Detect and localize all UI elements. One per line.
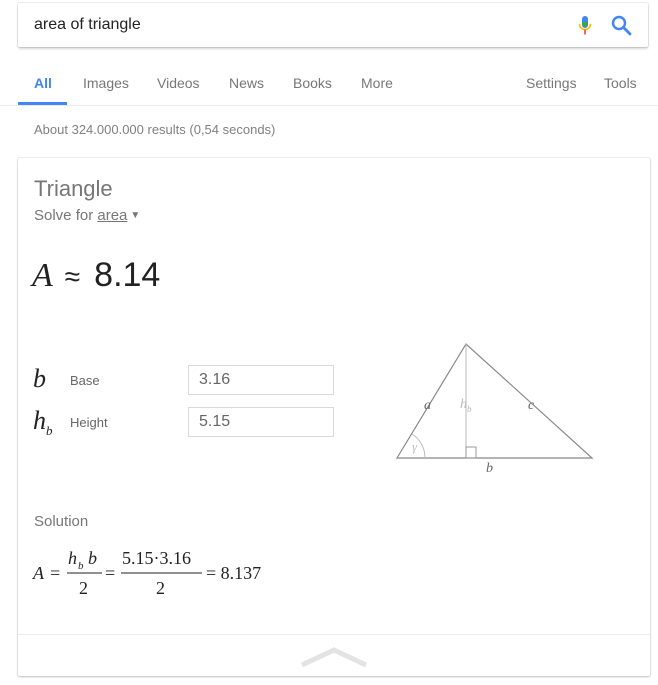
formula-eq1: =: [50, 563, 60, 583]
side-b-label: b: [486, 461, 493, 476]
formula-num-b: b: [88, 548, 97, 568]
formula-den2: 2: [156, 578, 165, 598]
tab-tools[interactable]: Tools: [604, 75, 637, 91]
tabs-divider: [0, 105, 658, 106]
microphone-icon[interactable]: [578, 15, 592, 37]
card-title: Triangle: [34, 176, 113, 201]
solve-for-selector[interactable]: Solve for area ▼: [34, 207, 140, 224]
formula-den: 2: [79, 578, 88, 598]
base-symbol: b: [33, 364, 46, 393]
search-icon[interactable]: [610, 14, 632, 36]
tab-images[interactable]: Images: [83, 75, 129, 91]
solution-heading: Solution: [34, 513, 89, 530]
formula-num-h: h: [68, 548, 77, 568]
height-label: Height: [70, 415, 108, 430]
right-angle-mark: [465, 446, 477, 459]
result-value: 8.14: [94, 256, 161, 294]
side-a-label: a: [424, 398, 431, 413]
formula-lhs: A: [32, 563, 45, 583]
height-symbol-sub: b: [46, 423, 53, 439]
height-symbol-main: h: [33, 406, 46, 435]
height-h-main: h: [460, 397, 467, 412]
tab-all[interactable]: All: [34, 75, 52, 91]
height-h-label: hb: [460, 397, 472, 414]
result-variable: A: [32, 257, 53, 294]
approx-symbol: ≈: [64, 261, 81, 292]
formula-num2: 5.15·3.16: [122, 548, 191, 568]
search-input[interactable]: area of triangle: [34, 16, 141, 34]
base-label: Base: [70, 373, 100, 388]
tab-settings[interactable]: Settings: [526, 75, 577, 91]
base-input[interactable]: [188, 365, 334, 395]
tab-news[interactable]: News: [229, 75, 264, 91]
angle-gamma-label: γ: [412, 439, 418, 454]
side-c-label: c: [528, 398, 535, 413]
formula-eq2: =: [105, 563, 115, 583]
caret-down-icon[interactable]: ▼: [130, 210, 140, 221]
height-h-sub: b: [467, 404, 472, 414]
tab-videos[interactable]: Videos: [157, 75, 200, 91]
result-stats: About 324.000.000 results (0,54 seconds): [34, 122, 276, 137]
tab-books[interactable]: Books: [293, 75, 332, 91]
solve-for-target[interactable]: area: [97, 207, 127, 224]
solution-formula: A = h b b 2 = 5.15·3.16 2 = 8.137: [32, 548, 261, 598]
triangle-diagram: γ a c b hb: [395, 343, 594, 476]
result-line: A ≈8.14: [32, 256, 160, 295]
height-input[interactable]: [188, 407, 334, 437]
formula-num-sub: b: [78, 560, 84, 572]
tab-more[interactable]: More: [361, 75, 393, 91]
height-symbol: hb: [33, 406, 53, 439]
chevron-up-icon[interactable]: [300, 645, 368, 669]
card-footer-divider: [18, 634, 650, 635]
search-box[interactable]: area of triangle: [18, 3, 648, 47]
solve-for-prefix: Solve for: [34, 207, 94, 224]
formula-result: = 8.137: [206, 563, 261, 583]
